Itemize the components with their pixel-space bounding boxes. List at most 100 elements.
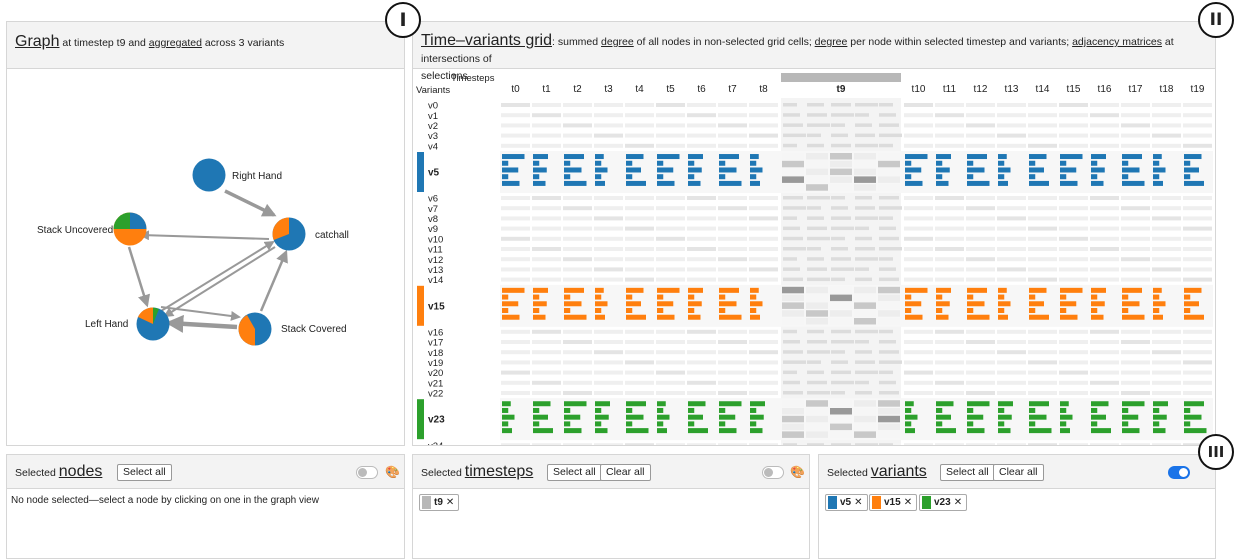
grid-cell[interactable] — [656, 113, 685, 118]
matrix-cell[interactable] — [854, 176, 876, 183]
grid-cell[interactable] — [563, 216, 592, 221]
node-degree-bar[interactable] — [626, 414, 644, 420]
grid-cell[interactable] — [1121, 257, 1150, 262]
node-degree-bar[interactable] — [564, 414, 581, 420]
node-degree-bar[interactable] — [1091, 401, 1109, 407]
node-degree-bar[interactable] — [1184, 180, 1204, 186]
node-degree-bar[interactable] — [936, 407, 943, 413]
grid-cell[interactable] — [1090, 143, 1119, 148]
grid-cell[interactable] — [594, 277, 623, 282]
timestep-label[interactable]: t16 — [1098, 84, 1112, 95]
grid-cell[interactable] — [749, 196, 778, 200]
node-degree-bar[interactable] — [783, 216, 797, 220]
node-degree-bar[interactable] — [1122, 428, 1140, 434]
grid-cell[interactable] — [1152, 277, 1181, 282]
grid-cell[interactable] — [656, 370, 685, 375]
node-degree-bar[interactable] — [1029, 421, 1036, 427]
node-degree-bar[interactable] — [905, 314, 923, 320]
grid-cell[interactable] — [1121, 133, 1150, 138]
node-degree-bar[interactable] — [502, 421, 509, 427]
grid-cell[interactable] — [1121, 277, 1150, 282]
grid-cell[interactable] — [594, 113, 623, 118]
nodes-select-all-button[interactable]: Select all — [117, 464, 172, 481]
grid-cell[interactable] — [1028, 277, 1057, 282]
node-degree-bar[interactable] — [595, 154, 604, 160]
node-degree-bar[interactable] — [831, 443, 851, 446]
grid-cell[interactable] — [1028, 391, 1057, 395]
grid-cell[interactable] — [966, 391, 995, 395]
grid-cell[interactable] — [1121, 391, 1150, 395]
node-degree-bar[interactable] — [626, 180, 646, 186]
grid-cell[interactable] — [935, 340, 964, 344]
grid-cell[interactable] — [501, 103, 530, 107]
node-degree-bar[interactable] — [1153, 301, 1166, 307]
grid-cell[interactable] — [687, 267, 716, 272]
grid-cell[interactable] — [1121, 103, 1150, 107]
matrix-cell[interactable] — [806, 168, 828, 176]
node-degree-bar[interactable] — [936, 167, 950, 173]
node-degree-bar[interactable] — [1060, 174, 1067, 180]
grid-cell[interactable] — [1152, 133, 1181, 138]
grid-cell[interactable] — [1090, 216, 1119, 221]
node-degree-bar[interactable] — [750, 180, 760, 186]
matrix-cell[interactable] — [806, 431, 828, 438]
variants-clear-all-button[interactable]: Clear all — [993, 464, 1044, 481]
grid-cell[interactable] — [1183, 133, 1212, 138]
node-degree-bar[interactable] — [595, 414, 609, 420]
grid-cell[interactable] — [1121, 206, 1150, 211]
grid-cell[interactable] — [1121, 443, 1150, 446]
grid-cell[interactable] — [718, 123, 747, 128]
grid-cell[interactable] — [563, 236, 592, 241]
matrix-cell[interactable] — [830, 431, 852, 438]
adjacency-matrix[interactable] — [782, 286, 900, 325]
node-degree-bar[interactable] — [595, 294, 602, 300]
grid-cell[interactable] — [935, 206, 964, 211]
grid-cell[interactable] — [966, 267, 995, 272]
variant-label[interactable]: v5 — [428, 168, 440, 179]
node-degree-bar[interactable] — [1029, 301, 1044, 307]
grid-cell[interactable] — [563, 143, 592, 148]
node-degree-bar[interactable] — [719, 294, 726, 300]
node-degree-bar[interactable] — [1091, 301, 1105, 307]
matrix-cell[interactable] — [782, 302, 804, 309]
node-degree-bar[interactable] — [688, 174, 695, 180]
grid-cell[interactable] — [1028, 236, 1057, 241]
grid-cell[interactable] — [1090, 247, 1119, 251]
matrix-cell[interactable] — [878, 153, 900, 160]
grid-cell[interactable] — [935, 216, 964, 221]
graph-title[interactable]: Graph — [15, 33, 59, 50]
matrix-cell[interactable] — [854, 168, 876, 176]
node-degree-bar[interactable] — [855, 216, 878, 220]
node-degree-bar[interactable] — [1122, 301, 1140, 307]
node-degree-bar[interactable] — [998, 180, 1008, 186]
node-degree-bar[interactable] — [998, 414, 1012, 420]
grid-cell[interactable] — [749, 247, 778, 251]
matrix-cell[interactable] — [782, 415, 804, 423]
node-degree-bar[interactable] — [595, 308, 602, 313]
node-degree-bar[interactable] — [1029, 414, 1047, 420]
node-degree-bar[interactable] — [967, 167, 985, 173]
grid-cell[interactable] — [532, 380, 561, 385]
grid-cell[interactable] — [904, 380, 933, 385]
node-degree-bar[interactable] — [967, 401, 990, 407]
grid-cell[interactable] — [1121, 329, 1150, 334]
matrix-cell[interactable] — [830, 184, 852, 191]
node-degree-bar[interactable] — [1153, 180, 1163, 186]
node-degree-bar[interactable] — [1122, 287, 1142, 293]
timestep-label[interactable]: t3 — [604, 84, 613, 95]
grid-title[interactable]: Time–variants grid — [421, 32, 552, 49]
grid-cell[interactable] — [656, 350, 685, 355]
node-degree-bar[interactable] — [750, 421, 757, 427]
grid-cell[interactable] — [904, 143, 933, 148]
node-degree-bar[interactable] — [1184, 301, 1199, 307]
grid-cell[interactable] — [1183, 206, 1212, 211]
node-degree-bar[interactable] — [533, 414, 548, 420]
node-degree-bar[interactable] — [1153, 160, 1160, 166]
grid-cell[interactable] — [718, 247, 747, 251]
node-degree-bar[interactable] — [1153, 154, 1162, 160]
node-degree-bar[interactable] — [855, 370, 878, 375]
node-degree-bar[interactable] — [967, 301, 985, 307]
matrix-cell[interactable] — [854, 184, 876, 191]
grid-cell[interactable] — [1152, 350, 1181, 355]
node-degree-bar[interactable] — [533, 167, 547, 173]
